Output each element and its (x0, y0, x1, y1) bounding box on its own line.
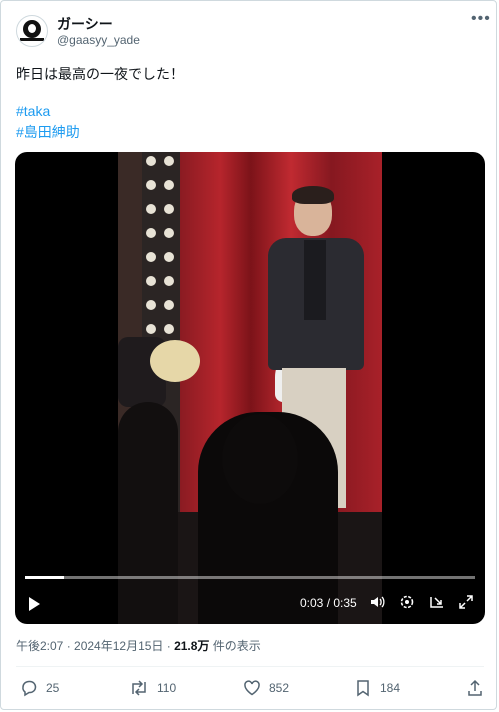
volume-icon[interactable] (368, 594, 386, 612)
retweet-count: 110 (157, 681, 177, 695)
like-icon (244, 680, 260, 696)
bookmark-count: 184 (380, 681, 401, 695)
fullscreen-icon[interactable] (457, 594, 475, 612)
video-time: 0:03 / 0:35 (300, 596, 357, 610)
progress-bar[interactable] (25, 576, 475, 579)
user-name[interactable]: ガーシー (57, 14, 113, 34)
progress-fill (25, 576, 64, 579)
settings-icon[interactable] (398, 594, 416, 612)
more-icon[interactable]: ••• (471, 10, 491, 28)
user-handle[interactable]: @gaasyy_yade (57, 33, 140, 47)
share-icon (468, 679, 482, 696)
retweet-button[interactable]: 110 (129, 677, 176, 699)
reply-icon (22, 680, 37, 697)
like-button[interactable]: 852 (243, 677, 289, 699)
divider (16, 666, 484, 667)
action-bar: 25 110 852 184 (16, 677, 484, 699)
retweet-icon (132, 680, 146, 696)
avatar[interactable] (16, 15, 48, 47)
video-frame[interactable] (118, 152, 382, 624)
video-controls: 0:03 / 0:35 (15, 588, 485, 618)
pip-icon[interactable] (428, 594, 446, 612)
share-button[interactable] (466, 677, 492, 699)
hashtag-shimada[interactable]: #島田紳助 (16, 122, 80, 143)
hashtag-taka[interactable]: #taka (16, 101, 50, 122)
bookmark-button[interactable]: 184 (354, 677, 400, 699)
views-count: 21.8万 (174, 639, 210, 653)
tweet-card: ガーシー @gaasyy_yade ••• 昨日は最高の一夜でした！ #taka… (0, 0, 497, 710)
tweet-meta: 午後2:07 · 2024年12月15日 · 21.8万 件の表示 (16, 637, 261, 654)
like-count: 852 (269, 681, 290, 695)
bookmark-icon (357, 680, 369, 697)
reply-count: 25 (46, 681, 60, 695)
tweet-text: 昨日は最高の一夜でした！ (16, 66, 184, 82)
video-player[interactable]: 0:03 / 0:35 (15, 152, 485, 624)
views-label: 件の表示 (209, 639, 261, 653)
play-icon[interactable] (29, 597, 40, 611)
reply-button[interactable]: 25 (20, 677, 59, 699)
timestamp[interactable]: 午後2:07 · 2024年12月15日 · (16, 639, 174, 653)
